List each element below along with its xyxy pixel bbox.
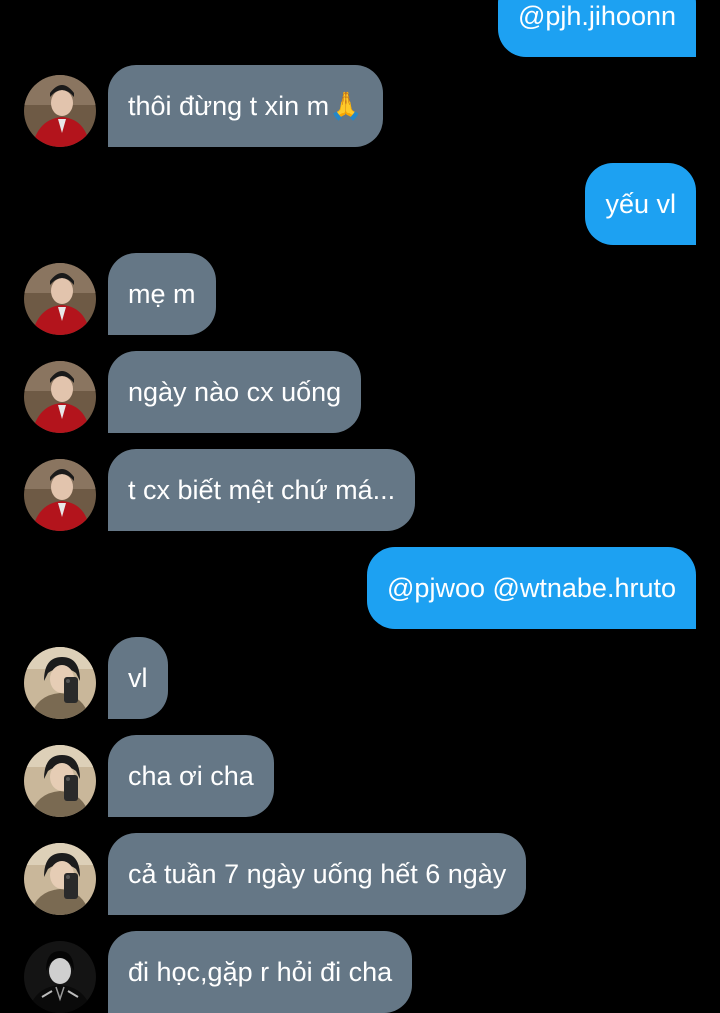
- incoming-message-bubble[interactable]: vl: [108, 637, 168, 719]
- mirror-selfie-avatar[interactable]: [24, 647, 96, 719]
- incoming-message-bubble[interactable]: ngày nào cx uống: [108, 351, 362, 433]
- incoming-message-bubble[interactable]: cha ơi cha: [108, 735, 274, 817]
- mirror-selfie-avatar[interactable]: [24, 843, 96, 915]
- incoming-message-bubble[interactable]: thôi đừng t xin m🙏: [108, 65, 383, 147]
- outgoing-message-bubble[interactable]: @pjwoo @wtnabe.hruto: [367, 547, 696, 629]
- red-shirt-avatar[interactable]: [24, 361, 96, 433]
- outgoing-message-bubble[interactable]: yếu vl: [585, 163, 696, 245]
- red-shirt-avatar[interactable]: [24, 263, 96, 335]
- incoming-message-bubble[interactable]: t cx biết mệt chứ má...: [108, 449, 416, 531]
- red-shirt-avatar[interactable]: [24, 75, 96, 147]
- outgoing-message-bubble[interactable]: @pjh.jihoonn: [497, 0, 696, 57]
- dark-jacket-avatar[interactable]: [24, 941, 96, 1013]
- incoming-message-bubble[interactable]: cả tuần 7 ngày uống hết 6 ngày: [108, 833, 527, 915]
- message-thread: @pjh.jihoonn thôi đừng t xin m🙏 yếu vl m…: [0, 0, 720, 1013]
- incoming-message-bubble[interactable]: mẹ m: [108, 253, 216, 335]
- incoming-message-bubble[interactable]: đi học,gặp r hỏi đi cha: [108, 931, 413, 1013]
- mirror-selfie-avatar[interactable]: [24, 745, 96, 817]
- red-shirt-avatar[interactable]: [24, 459, 96, 531]
